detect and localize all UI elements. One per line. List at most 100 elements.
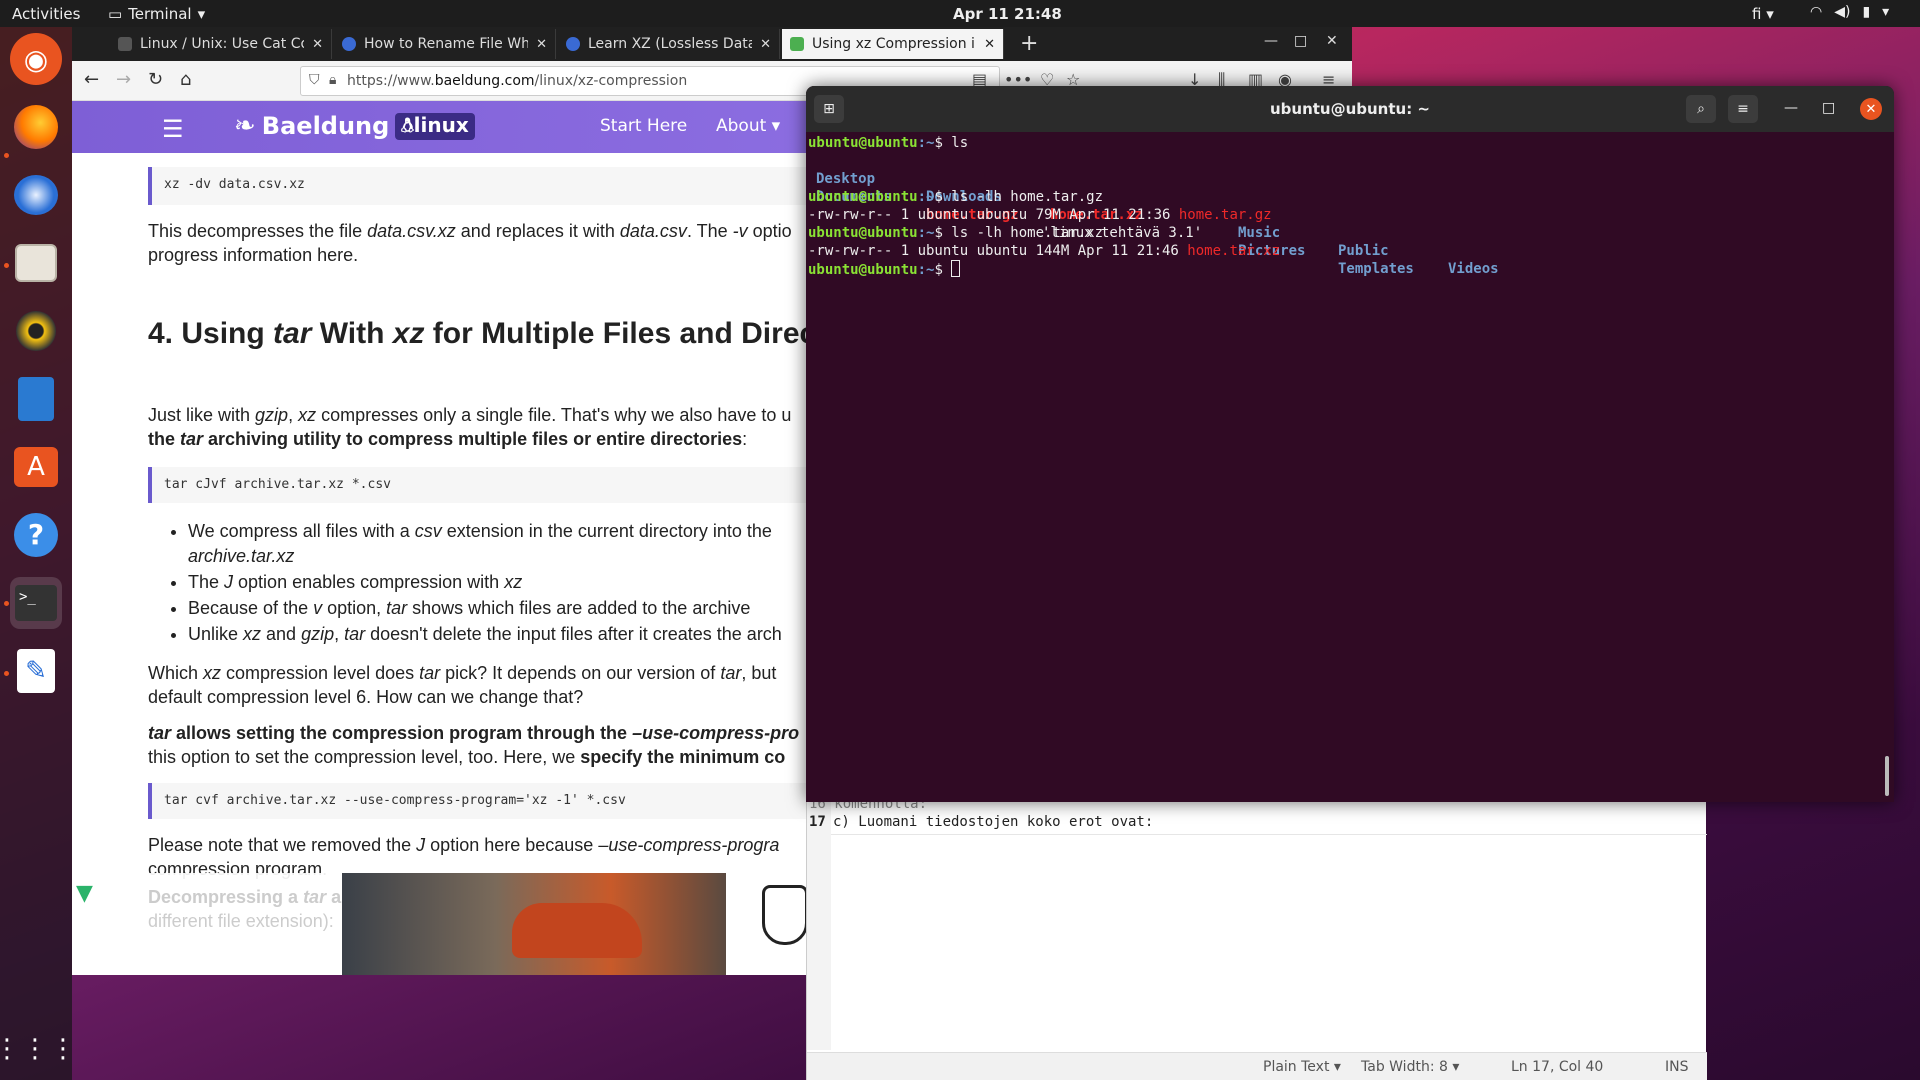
list-item: Because of the v option, tar shows which… bbox=[188, 596, 888, 621]
forward-icon[interactable]: → bbox=[116, 69, 131, 90]
close-icon[interactable]: ✕ bbox=[536, 37, 547, 52]
search-icon[interactable]: ⌕ bbox=[1686, 95, 1716, 123]
maximize-icon[interactable]: □ bbox=[1294, 33, 1307, 49]
tab-rename-file[interactable]: How to Rename File Whil ✕ bbox=[334, 29, 556, 59]
tab-title: Using xz Compression in bbox=[812, 36, 977, 52]
editor-line[interactable]: c) Luomani tiedostojen koko erot ovat: bbox=[833, 814, 1153, 830]
text: tar bbox=[273, 317, 312, 350]
close-icon[interactable]: ✕ bbox=[1860, 98, 1882, 120]
text: the bbox=[148, 429, 181, 449]
list-item: Unlike xz and gzip, tar doesn't delete t… bbox=[188, 622, 888, 647]
prompt-path: :~ bbox=[917, 225, 935, 241]
reload-icon[interactable]: ↻ bbox=[148, 69, 163, 90]
rhythmbox-icon[interactable] bbox=[10, 305, 62, 357]
minimize-icon[interactable]: — bbox=[1784, 100, 1798, 116]
new-tab-icon[interactable]: + bbox=[1020, 31, 1038, 56]
maximize-icon[interactable]: □ bbox=[1822, 100, 1835, 116]
leaf-icon: ❧ bbox=[234, 111, 256, 141]
menu-icon[interactable]: ≡ bbox=[1728, 95, 1758, 123]
tab-width-selector[interactable]: Tab Width: 8 ▾ bbox=[1361, 1059, 1459, 1075]
thunderbird-icon[interactable] bbox=[10, 169, 62, 221]
text: option, bbox=[322, 598, 387, 618]
text: 4. Using bbox=[148, 317, 274, 350]
paragraph: Which xz compression level does tar pick… bbox=[148, 661, 888, 709]
running-indicator bbox=[4, 263, 9, 268]
text: gzip bbox=[301, 624, 335, 644]
nav-about[interactable]: About ▾ bbox=[716, 116, 780, 136]
system-menu[interactable]: ◠ ◀) ▮ ▾ bbox=[1810, 4, 1889, 20]
files-icon[interactable] bbox=[10, 237, 62, 289]
keyboard-layout[interactable]: fi ▾ bbox=[1752, 5, 1774, 23]
home-icon[interactable]: ⌂ bbox=[180, 69, 191, 90]
minimize-icon[interactable]: — bbox=[1264, 33, 1278, 49]
ubuntu-logo-icon[interactable]: ◉ bbox=[10, 33, 62, 85]
chevron-down-icon: ▾ bbox=[1882, 4, 1890, 20]
hamburger-menu-icon[interactable]: ☰ bbox=[162, 115, 184, 143]
language-selector[interactable]: Plain Text ▾ bbox=[1263, 1059, 1341, 1075]
code-block: xz -dv data.csv.xz bbox=[148, 167, 888, 205]
text: Which bbox=[148, 663, 204, 683]
file-name: home.tar.xz bbox=[1187, 243, 1281, 259]
baeldung-logo[interactable]: ❧ Baeldung 🐧︎linux bbox=[234, 111, 475, 141]
terminal-line: ubuntu@ubuntu:~$ ls -lh home.tar.xz bbox=[808, 224, 1103, 242]
terminal-dock-icon[interactable]: >_ bbox=[10, 577, 62, 629]
ls-entry: Public bbox=[1338, 243, 1389, 259]
text: , but bbox=[741, 663, 777, 683]
prompt-symbol: $ bbox=[934, 262, 952, 278]
text: and replaces it with bbox=[455, 221, 620, 241]
writer-icon[interactable] bbox=[10, 373, 62, 425]
back-icon[interactable]: ← bbox=[84, 69, 99, 90]
tab-xz-compression[interactable]: Using xz Compression in ✕ bbox=[782, 29, 1004, 59]
help-icon[interactable]: ? bbox=[10, 509, 62, 561]
show-applications-icon[interactable]: ⋮⋮⋮ bbox=[0, 1023, 76, 1075]
tab-cat-command[interactable]: Linux / Unix: Use Cat Con ✕ bbox=[110, 29, 332, 59]
close-icon[interactable]: ✕ bbox=[984, 37, 995, 52]
close-icon[interactable]: ✕ bbox=[760, 37, 771, 52]
text: this option to set the compression level… bbox=[148, 747, 581, 767]
line-number: 17 bbox=[809, 814, 826, 830]
text: Because of the bbox=[188, 598, 314, 618]
text: allows setting the compression program t… bbox=[171, 723, 633, 743]
paragraph: tar allows setting the compression progr… bbox=[148, 721, 888, 769]
top-bar: Activities ▭ Terminal ▾ Apr 11 21:48 fi … bbox=[0, 0, 1920, 27]
terminal-output[interactable]: ubuntu@ubuntu:~$ ls Desktop Downloads ho… bbox=[808, 134, 1878, 794]
logo-text: Baeldung bbox=[261, 112, 390, 140]
text: tar bbox=[720, 663, 742, 683]
app-menu[interactable]: ▭ Terminal ▾ bbox=[108, 5, 205, 23]
code-block: tar cJvf archive.tar.xz *.csv bbox=[148, 467, 888, 503]
text: . The bbox=[686, 221, 733, 241]
close-icon[interactable]: ✕ bbox=[1326, 33, 1338, 49]
text: extension in the current directory into … bbox=[441, 521, 772, 541]
scrollbar[interactable] bbox=[1885, 756, 1889, 796]
tab-title: How to Rename File Whil bbox=[364, 36, 529, 52]
text: different file extension): bbox=[148, 911, 334, 931]
text: Just like with bbox=[148, 405, 256, 425]
text: –use-compress-progra bbox=[598, 835, 780, 855]
text: Decompressing a bbox=[148, 887, 304, 907]
close-icon[interactable]: ✕ bbox=[312, 37, 323, 52]
tab-learn-xz[interactable]: Learn XZ (Lossless Data ✕ bbox=[558, 29, 780, 59]
text: doesn't delete the input files after it … bbox=[365, 624, 782, 644]
text: This decompresses the file bbox=[148, 221, 368, 241]
firefox-icon[interactable] bbox=[10, 101, 62, 153]
terminal-window: ⊞ ubuntu@ubuntu: ~ ⌕ ≡ — □ ✕ ubuntu@ubun… bbox=[806, 86, 1894, 802]
text: pick? It depends on our version of bbox=[440, 663, 721, 683]
text: -v bbox=[732, 221, 748, 241]
code-block: tar cvf archive.tar.xz --use-compress-pr… bbox=[148, 783, 888, 819]
text: J bbox=[224, 572, 234, 592]
nav-start-here[interactable]: Start Here bbox=[600, 116, 687, 136]
clock[interactable]: Apr 11 21:48 bbox=[953, 5, 1062, 23]
software-icon[interactable]: A bbox=[10, 441, 62, 493]
activities-button[interactable]: Activities bbox=[12, 5, 80, 23]
text: data.csv.xz bbox=[367, 221, 456, 241]
text-editor-window: 16 komennolla: 17 c) Luomani tiedostojen… bbox=[806, 796, 1707, 1080]
text: The bbox=[188, 572, 225, 592]
text-editor-icon[interactable]: ✎ bbox=[10, 645, 62, 697]
lock-icon: 🔒︎ bbox=[329, 72, 337, 88]
tab-bar: Linux / Unix: Use Cat Con ✕ How to Renam… bbox=[72, 27, 1352, 61]
text: compression level does bbox=[221, 663, 420, 683]
text: : bbox=[742, 429, 748, 449]
cursor-position[interactable]: Ln 17, Col 40 bbox=[1511, 1059, 1603, 1075]
car-image bbox=[512, 903, 642, 958]
url-path: /linux/xz-compression bbox=[534, 73, 688, 89]
